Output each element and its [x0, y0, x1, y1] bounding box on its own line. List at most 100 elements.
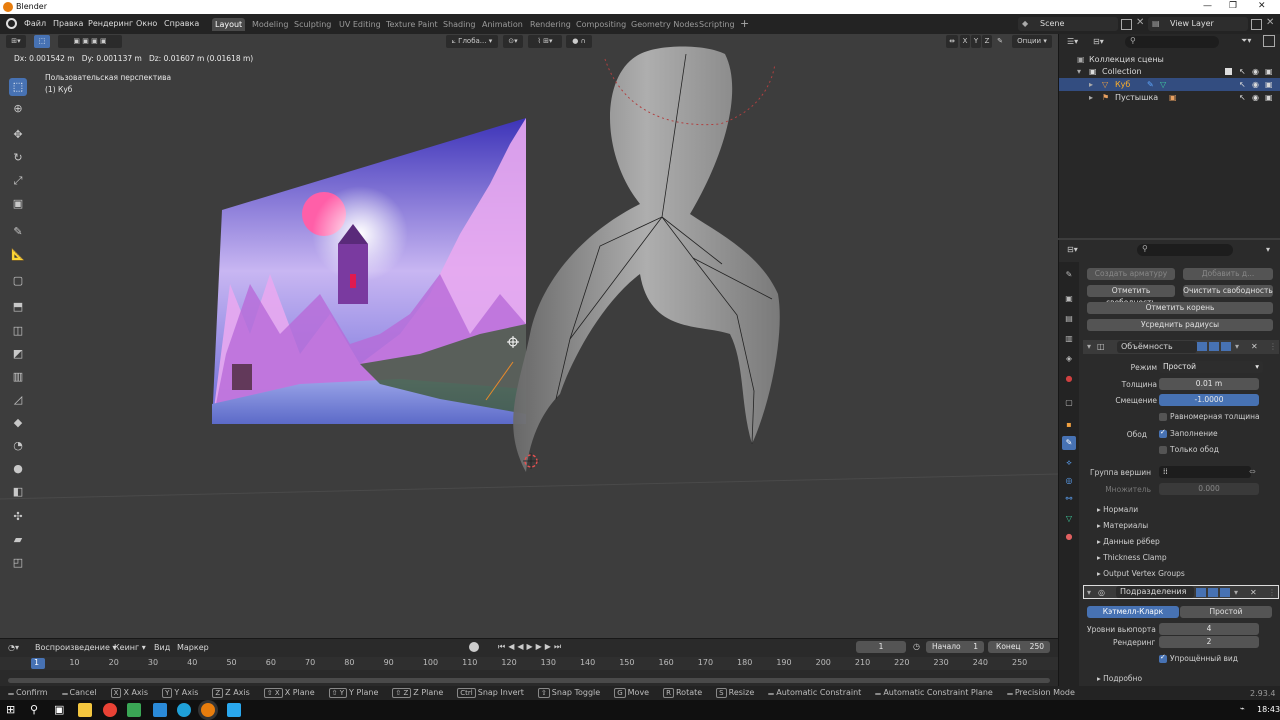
annotate-tool-icon[interactable]: ✎	[9, 223, 27, 241]
add-skin-data-button[interactable]: Добавить д...	[1183, 268, 1273, 280]
collection-checkbox[interactable]	[1225, 68, 1232, 75]
select-arrow-icon[interactable]: ↖	[1239, 65, 1246, 78]
timeline-scrollbar[interactable]	[8, 678, 1050, 683]
marker-menu[interactable]: Маркер	[177, 643, 209, 652]
measure-tool-icon[interactable]: 📐	[9, 246, 27, 264]
rotate-tool-icon[interactable]: ↻	[9, 149, 27, 167]
subdivision-name-field[interactable]: Подразделения	[1116, 586, 1194, 598]
task-view-icon[interactable]: ▣	[54, 703, 68, 717]
modifier-tab-icon[interactable]: ✎	[1062, 436, 1076, 450]
catmull-clark-tab[interactable]: Кэтмелл-Кларк	[1087, 606, 1179, 618]
tab-rendering[interactable]: Rendering	[527, 18, 574, 31]
start-frame-field[interactable]: Начало 1	[926, 641, 984, 653]
view-layer-selector[interactable]: ▤ View Layer	[1148, 17, 1248, 31]
shear-tool-icon[interactable]: ▰	[9, 531, 27, 549]
camera-icon[interactable]: ▣	[1265, 78, 1273, 91]
axis-x-toggle[interactable]: X	[960, 35, 970, 48]
particles-tab-icon[interactable]: ⟡	[1062, 456, 1076, 470]
collapse-arrow-icon[interactable]: ▾	[1087, 340, 1091, 354]
eye-icon[interactable]: ◉	[1252, 65, 1259, 78]
menu-file[interactable]: Файл	[24, 19, 46, 28]
constraints-tab-icon[interactable]: ⚯	[1062, 492, 1076, 506]
outliner-editor-icon[interactable]: ☰▾	[1067, 37, 1078, 46]
outliner-row-cube[interactable]: ▸ ▽ Куб ✎ ▽ ↖ ◉ ▣	[1059, 78, 1280, 91]
factor-field[interactable]: 0.000	[1159, 483, 1259, 495]
render-toggle-icon[interactable]	[1221, 342, 1231, 351]
add-cube-tool-icon[interactable]: ▢	[9, 272, 27, 290]
tab-geometry-nodes[interactable]: Geometry Nodes	[628, 18, 701, 31]
record-icon[interactable]	[469, 642, 479, 652]
fill-checkbox[interactable]	[1159, 428, 1167, 438]
playback-menu[interactable]: Воспроизведение ▾	[35, 643, 116, 652]
close-button[interactable]: ✕	[1258, 1, 1266, 11]
search-icon[interactable]: ⚲	[30, 703, 44, 717]
scale-tool-icon[interactable]: ⤢	[9, 172, 27, 190]
app-icon[interactable]	[127, 703, 141, 717]
tool-tab-icon[interactable]: ✎	[1062, 268, 1076, 282]
new-collection-icon[interactable]	[1263, 35, 1275, 47]
outliner-row-empty[interactable]: ▸ ⚑ Пустышка ▣ ↖ ◉ ▣	[1059, 91, 1280, 104]
file-explorer-icon[interactable]	[78, 703, 92, 717]
expand-arrow-icon[interactable]: ▾	[1077, 65, 1081, 78]
drag-handle-icon[interactable]: ⋮	[1268, 586, 1276, 600]
scene-tab-icon[interactable]: ◈	[1062, 352, 1076, 366]
edge-slide-tool-icon[interactable]: ◧	[9, 483, 27, 501]
menu-render[interactable]: Рендеринг	[88, 19, 133, 28]
outliner-search-input[interactable]: ⚲	[1125, 36, 1219, 48]
end-frame-field[interactable]: Конец 250	[988, 641, 1050, 653]
edit-mode-toggle-icon[interactable]	[1196, 588, 1206, 597]
viewport-toggle-icon[interactable]	[1209, 342, 1219, 351]
wrench-icon[interactable]: ✎	[996, 35, 1004, 48]
new-view-layer-icon[interactable]	[1251, 19, 1262, 30]
options-dropdown[interactable]: Опции ▾	[1012, 35, 1052, 48]
modifier-menu-icon[interactable]: ▾	[1235, 340, 1239, 354]
shrink-fatten-tool-icon[interactable]: ✣	[9, 508, 27, 526]
select-arrow-icon[interactable]: ↖	[1239, 78, 1246, 91]
expand-arrow-icon[interactable]: ▸	[1089, 78, 1093, 91]
render-toggle-icon[interactable]	[1220, 588, 1230, 597]
object-tab-icon[interactable]: ▪	[1062, 418, 1076, 432]
minimize-button[interactable]: —	[1203, 1, 1212, 11]
network-icon[interactable]: ⌁	[1240, 704, 1245, 713]
output-tab-icon[interactable]: ▤	[1062, 312, 1076, 326]
tab-animation[interactable]: Animation	[479, 18, 526, 31]
render-tab-icon[interactable]: ▣	[1062, 292, 1076, 306]
viewport-toggle-icon[interactable]	[1208, 588, 1218, 597]
remove-scene-icon[interactable]: ✕	[1136, 17, 1144, 28]
mirror-icon[interactable]: ⇹	[946, 35, 958, 48]
tab-shading[interactable]: Shading	[440, 18, 479, 31]
tab-texture-paint[interactable]: Texture Paint	[383, 18, 441, 31]
drag-handle-icon[interactable]: ⋮	[1269, 340, 1277, 354]
app-icon[interactable]	[227, 703, 241, 717]
remove-view-layer-icon[interactable]: ✕	[1266, 17, 1274, 28]
properties-editor-icon[interactable]: ⊟▾	[1067, 245, 1078, 254]
advanced-subpanel[interactable]: ▸ Подробно	[1097, 674, 1142, 683]
collapse-arrow-icon[interactable]: ▾	[1087, 586, 1091, 600]
tab-layout[interactable]: Layout	[212, 18, 246, 31]
bevel-tool-icon[interactable]: ◩	[9, 345, 27, 363]
spin-tool-icon[interactable]: ◔	[9, 437, 27, 455]
create-armature-button[interactable]: Создать арматуру	[1087, 268, 1175, 280]
smooth-tool-icon[interactable]: ●	[9, 460, 27, 478]
clock-icon[interactable]: ◷	[913, 642, 920, 651]
editor-type-icon[interactable]: ⊞▾	[6, 35, 26, 48]
tab-uv-editing[interactable]: UV Editing	[336, 18, 384, 31]
output-vertex-groups-subpanel[interactable]: ▸ Output Vertex Groups	[1097, 569, 1185, 578]
windows-start-icon[interactable]: ⊞	[6, 703, 20, 717]
menu-help[interactable]: Справка	[164, 19, 199, 28]
select-box-tool-icon[interactable]: ⬚	[9, 78, 27, 96]
mark-root-button[interactable]: Отметить корень	[1087, 302, 1273, 314]
simple-tab[interactable]: Простой	[1180, 606, 1272, 618]
current-frame-field[interactable]: 1	[856, 641, 906, 653]
remove-modifier-icon[interactable]: ✕	[1251, 340, 1258, 354]
vertex-group-field[interactable]: ⁞⁞	[1159, 466, 1251, 478]
physics-tab-icon[interactable]: ◎	[1062, 474, 1076, 488]
view-menu[interactable]: Вид	[154, 643, 170, 652]
selection-mode-buttons[interactable]: ▣ ▣ ▣ ▣	[58, 35, 122, 48]
timeline-editor-icon[interactable]: ◔▾	[8, 643, 19, 652]
tab-scripting[interactable]: Scripting	[696, 18, 738, 31]
subdivision-modifier-header[interactable]: ▾ ◎ Подразделения ▾ ✕ ⋮	[1083, 585, 1279, 599]
blender-taskbar-icon[interactable]	[201, 703, 215, 717]
solidify-name-field[interactable]: Объёмность	[1117, 341, 1197, 353]
inset-tool-icon[interactable]: ◫	[9, 322, 27, 340]
